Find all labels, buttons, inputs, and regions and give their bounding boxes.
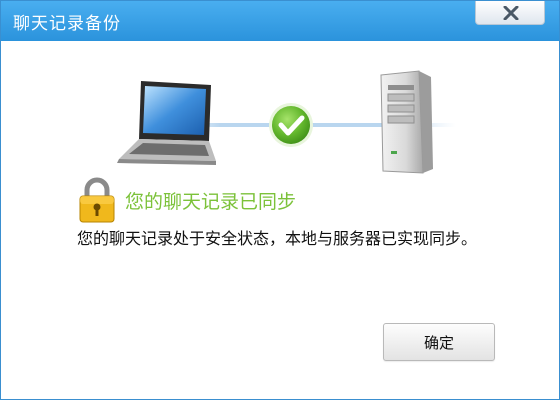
lock-icon xyxy=(79,177,115,223)
status-title: 您的聊天记录已同步 xyxy=(125,191,297,213)
server-icon xyxy=(380,70,433,174)
laptop-icon xyxy=(117,81,216,165)
close-button[interactable] xyxy=(475,1,545,25)
title-bar[interactable]: 聊天记录备份 xyxy=(1,1,559,41)
window-title: 聊天记录备份 xyxy=(13,14,121,34)
sync-dialog: 聊天记录备份 您的聊天记录已同步 您的聊天记录处于安全状态，本地与服务器已实现同… xyxy=(0,0,560,400)
status-message: 您的聊天记录处于安全状态，本地与服务器已实现同步。 xyxy=(77,229,478,248)
close-icon xyxy=(503,6,519,20)
ok-button[interactable]: 确定 xyxy=(383,323,495,361)
check-icon xyxy=(269,103,313,147)
sync-illustration xyxy=(117,70,456,174)
